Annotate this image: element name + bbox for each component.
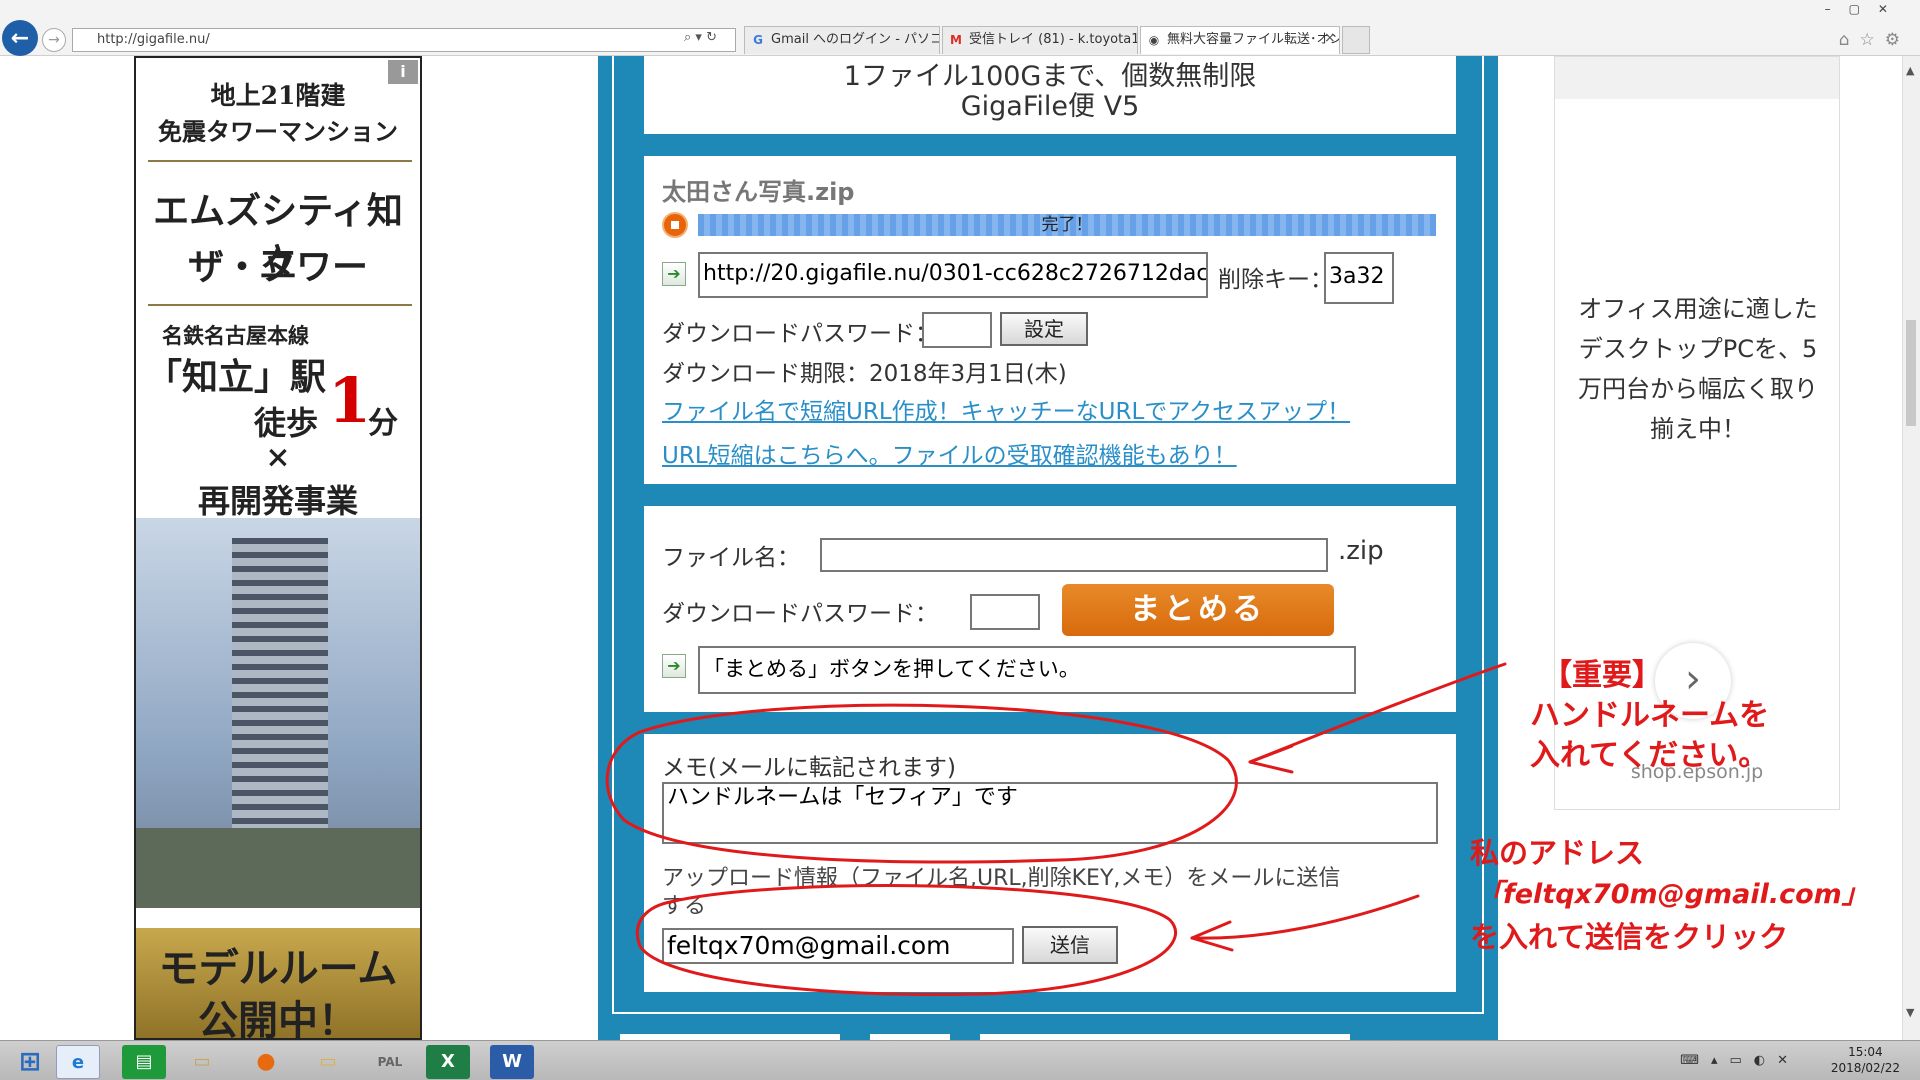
url-shortener-link[interactable]: URL短縮はこちらへ。ファイルの受取確認機能もあり！ xyxy=(662,436,1237,470)
google-icon: G xyxy=(753,33,763,47)
download-url-field[interactable]: http://20.gigafile.nu/0301-cc628c2726712… xyxy=(698,252,1208,298)
memo-textarea[interactable]: ハンドルネームは「セフィア」です xyxy=(662,782,1438,844)
ad-divider xyxy=(148,160,412,162)
ie-icon[interactable]: e xyxy=(56,1045,100,1079)
memo-label: メモ(メールに転記されます) xyxy=(662,755,956,781)
back-button[interactable]: ← xyxy=(2,20,38,56)
clock-date: 2018/02/22 xyxy=(1830,1061,1900,1075)
clock[interactable]: 15:04 2018/02/22 xyxy=(1831,1044,1900,1076)
annotation-text: を入れて送信をクリック xyxy=(1470,920,1789,954)
progress-bar: 完了！ xyxy=(698,214,1436,236)
address-bar[interactable]: http://gigafile.nu/ xyxy=(72,28,736,52)
scroll-up-icon[interactable]: ▲ xyxy=(1906,64,1914,77)
dl-password-input[interactable] xyxy=(922,312,992,348)
bundle-button[interactable]: まとめる xyxy=(1062,584,1334,636)
tower-image xyxy=(136,518,420,908)
progress-text: 完了！ xyxy=(1041,215,1093,235)
tab-gmail-login[interactable]: G Gmail へのログイン - パソコン - ... xyxy=(744,26,940,54)
tab-label: Gmail へのログイン - パソコン - ... xyxy=(771,32,939,47)
search-icon[interactable]: ⌕ ▾ ↻ xyxy=(684,30,717,45)
ad-divider xyxy=(148,304,412,306)
upload-result-panel: 太田さん写真.zip 完了！ ➔ http://20.gigafile.nu/0… xyxy=(644,156,1456,484)
bundle-ext: .zip xyxy=(1338,536,1384,566)
ad-text: 分 xyxy=(368,406,398,441)
delete-key-label: 削除キー： xyxy=(1218,267,1333,293)
tab-label: 無料大容量ファイル転送･オン... xyxy=(1167,32,1340,47)
ad-text: 免震タワーマンション xyxy=(158,117,398,146)
go-arrow-icon[interactable]: ➔ xyxy=(662,262,686,286)
store-icon[interactable]: ▤ xyxy=(122,1045,166,1079)
bundle-filename-input[interactable] xyxy=(820,538,1328,572)
bundle-password-label: ダウンロードパスワード： xyxy=(662,601,938,627)
scrollbar-thumb[interactable] xyxy=(1906,320,1916,426)
left-advertisement[interactable]: i 地上21階建 免震タワーマンション エムズシティ知立 ザ・タワー 名鉄名古屋… xyxy=(134,56,422,1040)
memo-panel: メモ(メールに転記されます) ハンドルネームは「セフィア」です アップロード情報… xyxy=(644,734,1456,992)
system-tray-icons[interactable]: ⌨▴▭◐✕ xyxy=(1680,1053,1800,1068)
gmail-icon: M xyxy=(950,33,962,47)
short-url-link[interactable]: ファイル名で短縮URL作成！キャッチーなURLでアクセスアップ！ xyxy=(662,392,1350,426)
ad-text: 名鉄名古屋本線 xyxy=(162,323,309,348)
go-arrow-icon[interactable]: ➔ xyxy=(662,654,686,678)
ad-text: オフィス用途に適したデスクトップPCを、5万円台から幅広く取り揃え中！ xyxy=(1578,295,1818,443)
set-password-button[interactable]: 設定 xyxy=(1000,312,1088,346)
header-title: GigaFile便 V5 xyxy=(960,91,1140,122)
annotation-text: 「feltqx70m@gmail.com」 xyxy=(1476,879,1869,910)
send-info-text: アップロード情報（ファイル名,URL,削除KEY,メモ）をメールに送信 xyxy=(662,866,1341,891)
bundle-panel: ファイル名： .zip ダウンロードパスワード： まとめる ➔ 「まとめる」ボタ… xyxy=(644,506,1456,712)
bundle-password-input[interactable] xyxy=(970,594,1040,630)
stop-icon[interactable] xyxy=(662,212,688,238)
dl-password-label: ダウンロードパスワード： xyxy=(662,321,938,347)
ad-text: ザ・タワー xyxy=(187,246,368,288)
model-room-banner: モデルルーム 公開中！ xyxy=(136,928,420,1040)
ad-image-strip xyxy=(1555,57,1839,99)
address-text: http://gigafile.nu/ xyxy=(97,32,210,47)
toolbar-icons[interactable]: ⌂☆⚙ xyxy=(1839,30,1910,50)
annotation-text: 入れてください。 xyxy=(1530,738,1769,773)
ad-text: 地上21階建 xyxy=(210,81,346,110)
tab-label: 受信トレイ (81) - k.toyota19... xyxy=(969,32,1138,47)
folder-icon[interactable]: ▭ xyxy=(306,1045,350,1079)
ad-text: × xyxy=(265,440,291,475)
new-tab-button[interactable] xyxy=(1342,26,1370,54)
header-panel: 1ファイル100Gまで、個数無制限 GigaFile便 V5 xyxy=(644,56,1456,134)
taskbar: ⊞ e ▤ ▭ ● ▭ PAL X W ⌨▴▭◐✕ 15:04 2018/02/… xyxy=(0,1040,1920,1080)
upload-filename: 太田さん写真.zip xyxy=(662,178,855,206)
annotation-text: 私のアドレス xyxy=(1470,836,1645,870)
clock-time: 15:04 xyxy=(1848,1045,1883,1059)
excel-icon[interactable]: X xyxy=(426,1045,470,1079)
pal-icon[interactable]: PAL xyxy=(368,1045,412,1079)
window-controls[interactable]: –▢✕ xyxy=(1825,2,1906,16)
tab-close-icon[interactable]: × xyxy=(1324,30,1336,46)
bundle-filename-label: ファイル名： xyxy=(662,545,800,571)
email-input[interactable]: feltqx70m@gmail.com xyxy=(662,928,1014,964)
tab-gmail-inbox[interactable]: M 受信トレイ (81) - k.toyota19... xyxy=(942,26,1138,54)
send-button[interactable]: 送信 xyxy=(1022,926,1118,964)
site-icon: ◉ xyxy=(1148,33,1160,47)
ad-text: モデルルーム xyxy=(158,945,398,992)
windows-start-icon[interactable]: ⊞ xyxy=(8,1045,52,1079)
ad-text: 再開発事業 xyxy=(197,482,358,520)
browser-chrome: ← → http://gigafile.nu/ ⌕ ▾ ↻ G Gmail への… xyxy=(0,0,1920,56)
explorer-icon[interactable]: ▭ xyxy=(180,1045,224,1079)
bundle-status-field: 「まとめる」ボタンを押してください。 xyxy=(698,646,1356,694)
annotation-text: 【重要】 xyxy=(1542,658,1662,693)
forward-button[interactable]: → xyxy=(42,28,66,52)
download-expiry: ダウンロード期限：2018年3月1日(木) xyxy=(662,361,1067,387)
word-icon[interactable]: W xyxy=(490,1045,534,1079)
send-info-text: する xyxy=(662,894,707,919)
vertical-scrollbar[interactable]: ▲ ▼ xyxy=(1902,56,1920,1040)
firefox-icon[interactable]: ● xyxy=(244,1045,288,1079)
scroll-down-icon[interactable]: ▼ xyxy=(1906,1006,1914,1019)
tab-gigafile[interactable]: ◉ 無料大容量ファイル転送･オン... xyxy=(1140,26,1340,54)
delete-key-field[interactable]: 3a32 xyxy=(1324,252,1394,304)
annotation-text: ハンドルネームを xyxy=(1530,698,1770,733)
ad-text: 公開中！ xyxy=(198,997,358,1040)
